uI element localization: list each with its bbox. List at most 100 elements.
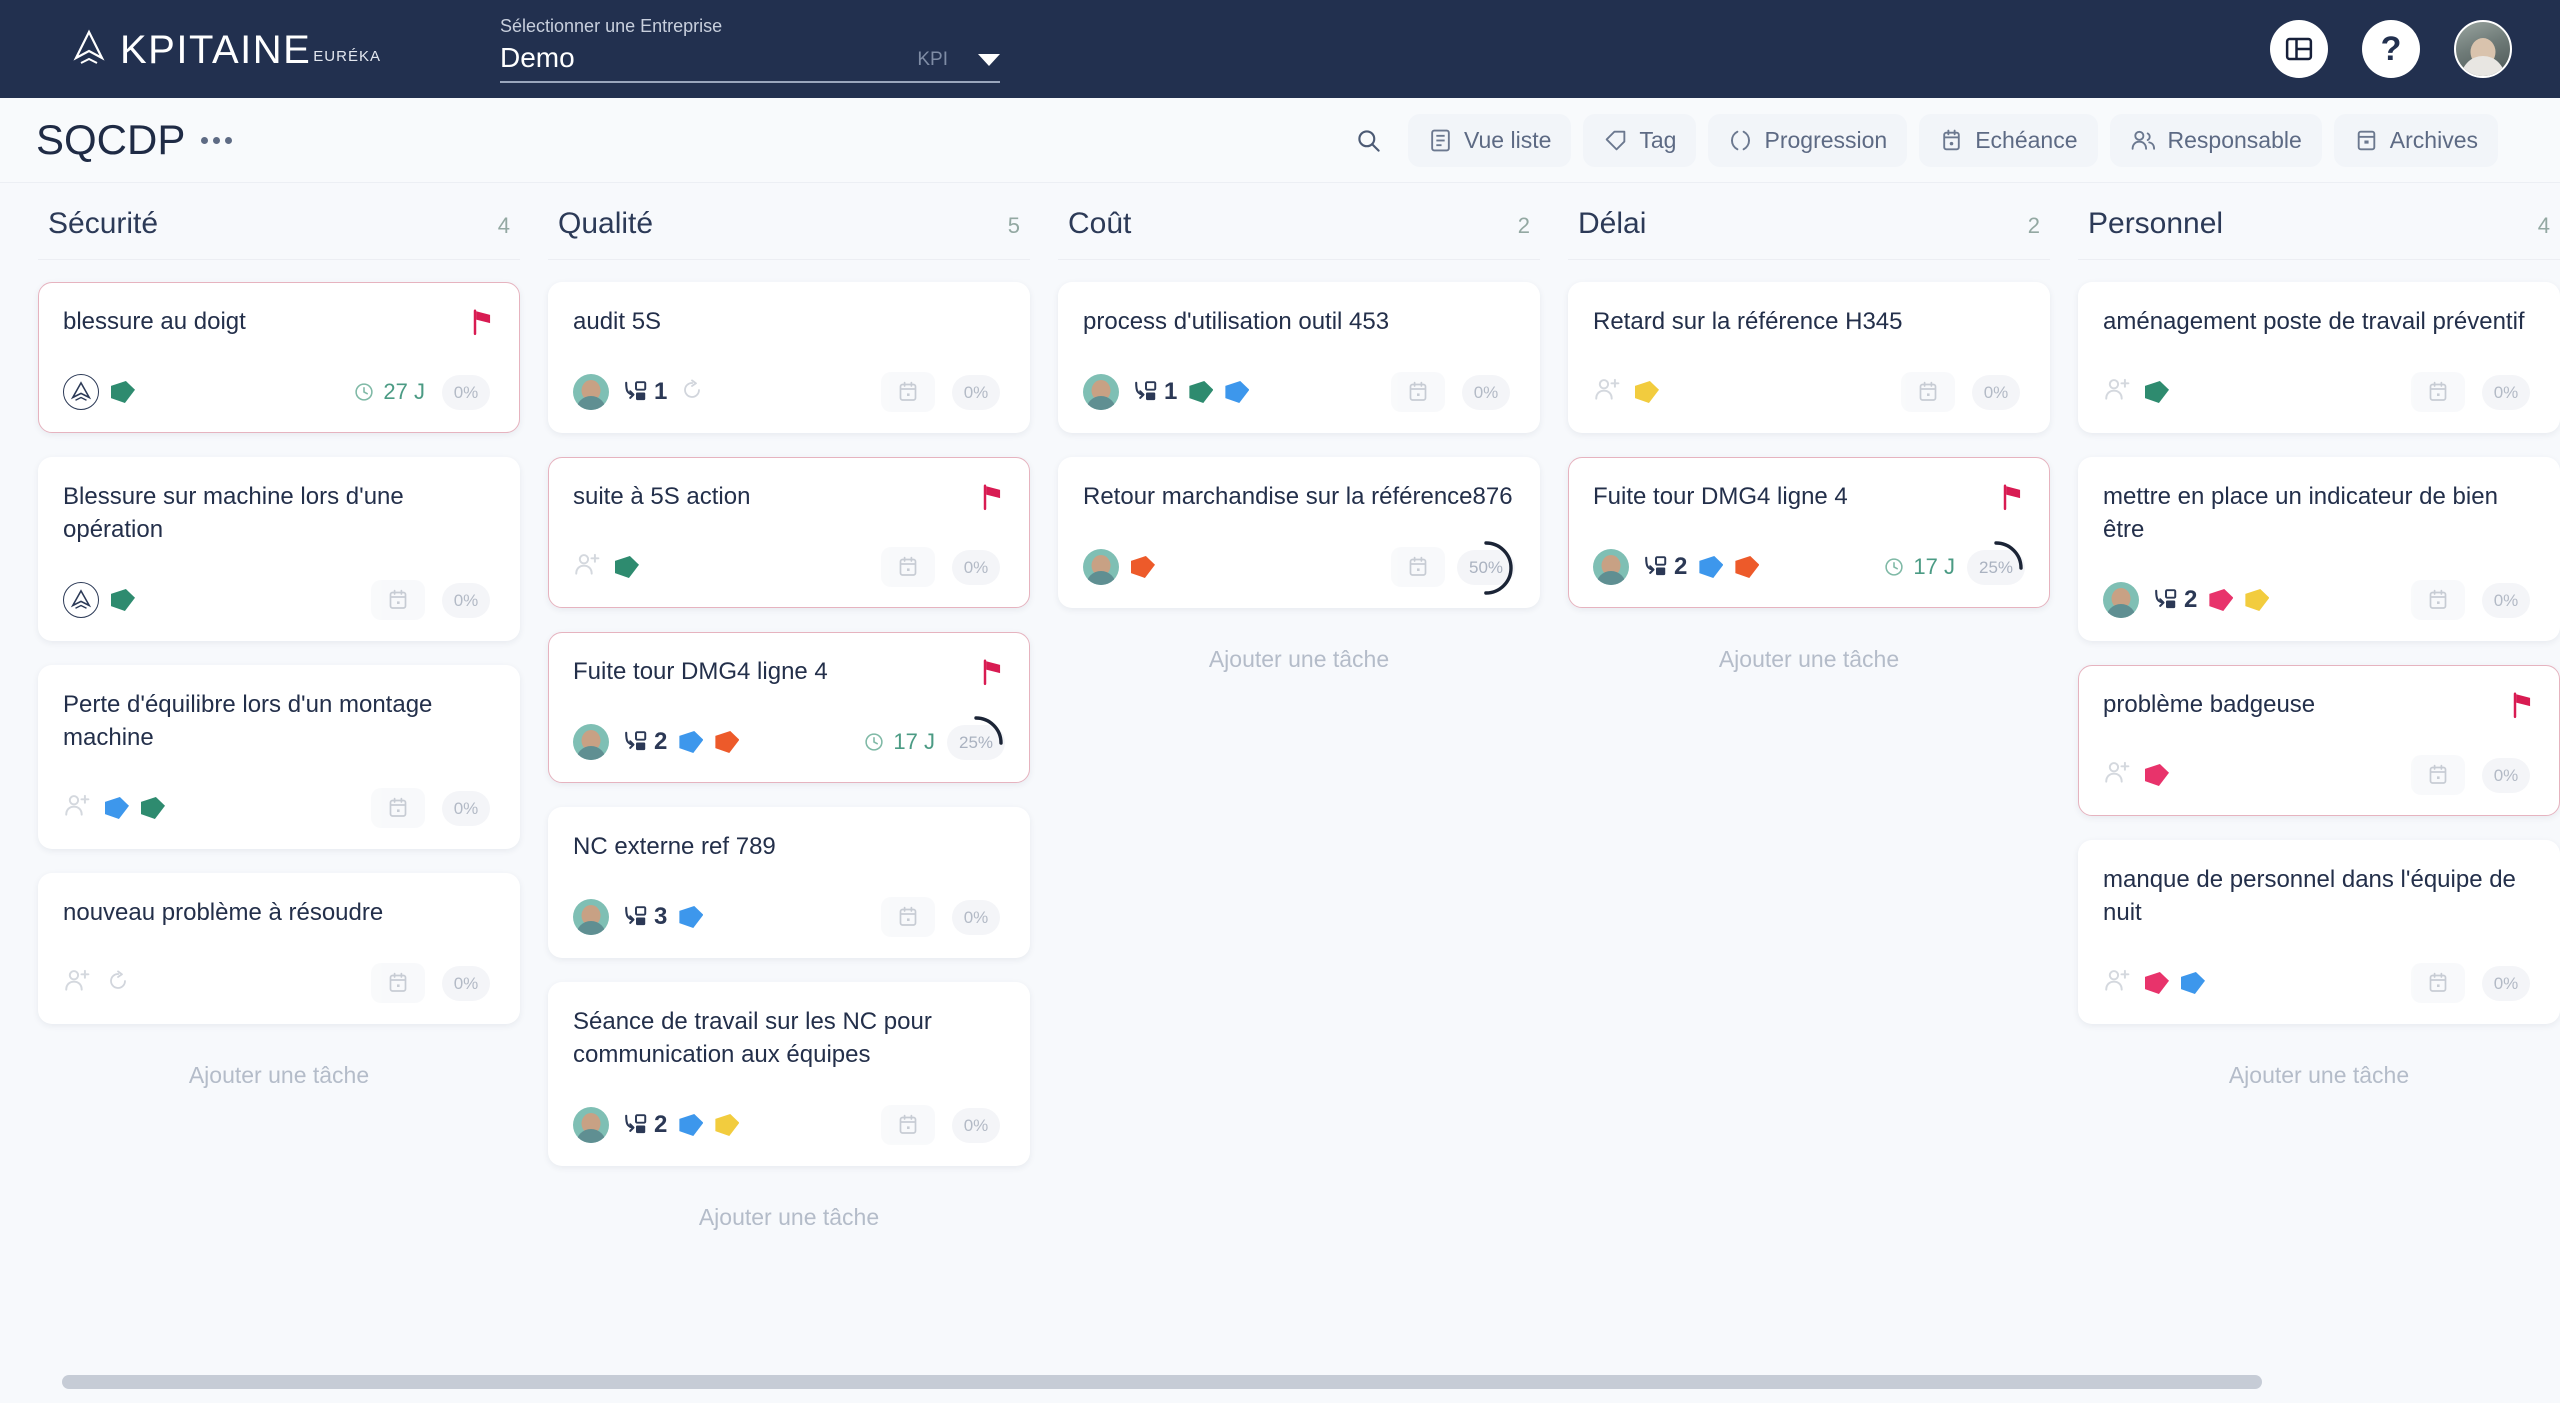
task-card[interactable]: problème badgeuse 0% — [2078, 665, 2560, 816]
tag-chip[interactable] — [2145, 381, 2169, 403]
more-options-icon[interactable] — [201, 136, 233, 144]
task-card[interactable]: Fuite tour DMG4 ligne 4 2 17 J 25% — [1568, 457, 2050, 608]
tag-chip[interactable] — [1735, 556, 1760, 578]
tag-chip[interactable] — [679, 731, 704, 753]
add-task-button[interactable]: Ajouter une tâche — [38, 1048, 520, 1089]
avatar[interactable] — [573, 374, 609, 410]
task-card[interactable]: Retour marchandise sur la référence876 50… — [1058, 457, 1540, 608]
task-card[interactable]: Blessure sur machine lors d'une opératio… — [38, 457, 520, 641]
progress-badge[interactable]: 0% — [947, 372, 1005, 412]
subtask-count[interactable]: 2 — [621, 1111, 667, 1139]
tag-chip[interactable] — [715, 1114, 740, 1136]
archives-button[interactable]: Archives — [2333, 113, 2498, 167]
progress-badge[interactable]: 0% — [947, 1105, 1005, 1145]
user-avatar[interactable] — [2454, 20, 2512, 78]
due-date-button[interactable] — [371, 580, 425, 620]
progression-button[interactable]: Progression — [1708, 113, 1908, 167]
tag-chip[interactable] — [715, 731, 740, 753]
progress-badge[interactable]: 0% — [2477, 372, 2535, 412]
tag-chip[interactable] — [615, 556, 639, 578]
add-assignee-button[interactable] — [63, 967, 93, 1000]
avatar[interactable] — [573, 1107, 609, 1143]
add-assignee-button[interactable] — [2103, 376, 2133, 409]
task-card[interactable]: blessure au doigt 27 J 0% — [38, 282, 520, 433]
progress-badge[interactable]: 0% — [437, 580, 495, 620]
tag-chip[interactable] — [1635, 381, 1659, 403]
tag-chip[interactable] — [2209, 589, 2234, 611]
subtask-count[interactable]: 1 — [1131, 378, 1177, 406]
due-date-button[interactable] — [2411, 755, 2465, 795]
progress-badge[interactable]: 0% — [2477, 755, 2535, 795]
progress-badge[interactable]: 0% — [1967, 372, 2025, 412]
avatar[interactable] — [1083, 549, 1119, 585]
task-card[interactable]: nouveau problème à résoudre 0% — [38, 873, 520, 1024]
task-card[interactable]: mettre en place un indicateur de bien êt… — [2078, 457, 2560, 641]
add-assignee-button[interactable] — [573, 551, 603, 584]
add-task-button[interactable]: Ajouter une tâche — [1058, 632, 1540, 673]
add-task-button[interactable]: Ajouter une tâche — [2078, 1048, 2560, 1089]
tag-filter-button[interactable]: Tag — [1583, 113, 1697, 167]
tag-chip[interactable] — [2145, 764, 2169, 786]
task-card[interactable]: manque de personnel dans l'équipe de nui… — [2078, 840, 2560, 1024]
subtask-count[interactable]: 1 — [621, 378, 667, 406]
progress-badge[interactable]: 50% — [1456, 541, 1516, 595]
tag-chip[interactable] — [111, 589, 135, 611]
task-card[interactable]: NC externe ref 789 3 0% — [548, 807, 1030, 958]
tag-chip[interactable] — [141, 797, 165, 819]
progress-badge[interactable]: 0% — [437, 963, 495, 1003]
tag-chip[interactable] — [1131, 556, 1155, 578]
task-card[interactable]: Perte d'équilibre lors d'un montage mach… — [38, 665, 520, 849]
chevron-down-icon[interactable] — [978, 54, 1000, 66]
horizontal-scrollbar[interactable] — [62, 1375, 2262, 1389]
tag-chip[interactable] — [1225, 381, 1250, 403]
tag-chip[interactable] — [2145, 972, 2169, 994]
due-days[interactable]: 27 J — [353, 379, 425, 405]
progress-badge[interactable]: 0% — [947, 547, 1005, 587]
subtask-count[interactable]: 2 — [2151, 586, 2197, 614]
tag-chip[interactable] — [679, 1114, 704, 1136]
progress-badge[interactable]: 0% — [1457, 372, 1515, 412]
layout-panel-button[interactable] — [2270, 20, 2328, 78]
tag-chip[interactable] — [1699, 556, 1724, 578]
due-days[interactable]: 17 J — [863, 729, 935, 755]
due-days[interactable]: 17 J — [1883, 554, 1955, 580]
progress-badge[interactable]: 0% — [437, 372, 495, 412]
due-date-button[interactable] — [371, 963, 425, 1003]
due-date-button[interactable] — [2411, 963, 2465, 1003]
task-card[interactable]: process d'utilisation outil 453 1 0% — [1058, 282, 1540, 433]
avatar[interactable] — [1083, 374, 1119, 410]
due-date-button[interactable] — [371, 788, 425, 828]
tag-chip[interactable] — [679, 906, 704, 928]
avatar[interactable] — [63, 374, 99, 410]
avatar[interactable] — [2103, 582, 2139, 618]
list-view-button[interactable]: Vue liste — [1408, 113, 1572, 167]
tag-chip[interactable] — [1189, 381, 1214, 403]
add-task-button[interactable]: Ajouter une tâche — [1568, 632, 2050, 673]
progress-badge[interactable]: 0% — [2477, 963, 2535, 1003]
recurrence-button[interactable] — [105, 969, 131, 998]
avatar[interactable] — [573, 724, 609, 760]
priority-flag-icon[interactable] — [469, 308, 495, 336]
due-date-button[interactable] — [2411, 372, 2465, 412]
progress-badge[interactable]: 25% — [946, 716, 1006, 770]
due-date-button[interactable] — [881, 547, 935, 587]
due-date-button[interactable] — [1391, 372, 1445, 412]
company-selector[interactable]: Sélectionner une Entreprise Demo KPI — [500, 14, 1000, 83]
priority-flag-icon[interactable] — [979, 483, 1005, 511]
task-card[interactable]: Fuite tour DMG4 ligne 4 2 17 J 25% — [548, 632, 1030, 783]
add-assignee-button[interactable] — [2103, 759, 2133, 792]
due-date-button[interactable] — [881, 372, 935, 412]
search-button[interactable] — [1341, 114, 1396, 167]
tag-chip[interactable] — [2245, 589, 2270, 611]
add-assignee-button[interactable] — [63, 792, 93, 825]
recurrence-button[interactable] — [679, 378, 705, 407]
priority-flag-icon[interactable] — [1999, 483, 2025, 511]
progress-badge[interactable]: 0% — [2477, 580, 2535, 620]
tag-chip[interactable] — [111, 381, 135, 403]
progress-badge[interactable]: 0% — [437, 788, 495, 828]
help-button[interactable]: ? — [2362, 20, 2420, 78]
subtask-count[interactable]: 2 — [621, 728, 667, 756]
due-date-button[interactable] — [2411, 580, 2465, 620]
tag-chip[interactable] — [2181, 972, 2205, 994]
app-logo[interactable]: KPITAINE EURÉKA — [72, 28, 381, 70]
